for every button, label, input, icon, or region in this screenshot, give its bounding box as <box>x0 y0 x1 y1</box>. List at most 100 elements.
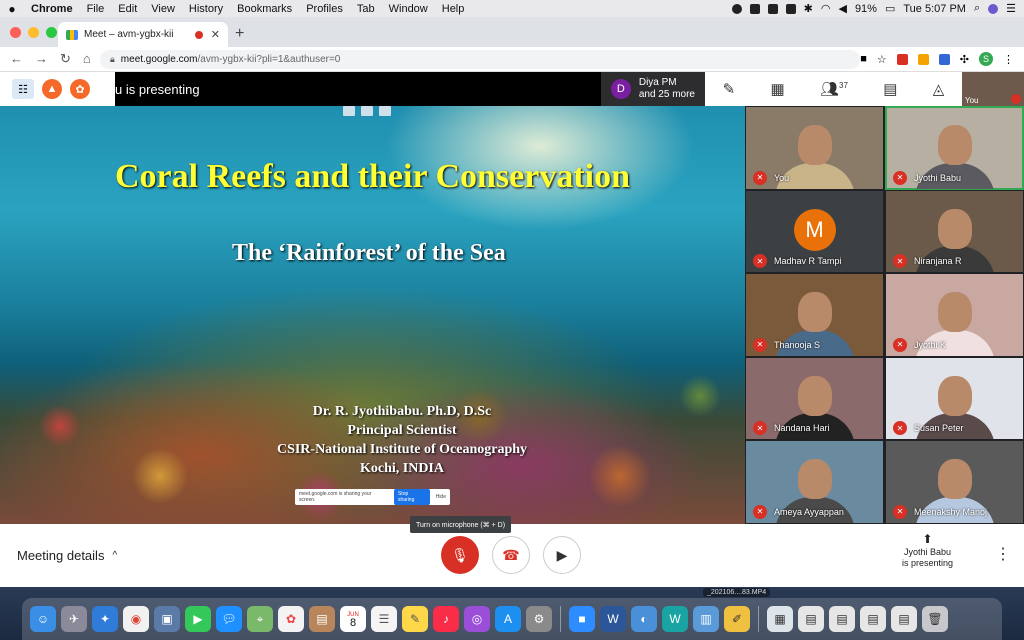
safari-alt-icon[interactable]: ◐ <box>631 606 657 632</box>
webex-icon[interactable]: W <box>662 606 688 632</box>
document-stack-2-icon[interactable]: ▤ <box>829 606 855 632</box>
menu-tab[interactable]: Tab <box>350 3 382 15</box>
self-preview-tile[interactable]: You <box>962 72 1024 106</box>
status-screen-icon[interactable] <box>749 3 760 14</box>
bookmark-star-icon[interactable]: ☆ <box>877 53 887 66</box>
lock-icon[interactable]: 🔒︎ <box>110 54 115 65</box>
facetime-icon[interactable]: ▶ <box>185 606 211 632</box>
status-a-icon[interactable] <box>785 3 796 14</box>
close-tab-icon[interactable]: ✕ <box>211 28 220 41</box>
battery-percent[interactable]: 91% <box>855 3 877 15</box>
control-center-icon[interactable]: ☰ <box>1006 2 1016 15</box>
browser-tab[interactable]: Meet – avm-ygbx-kii ✕ <box>58 22 228 47</box>
activities-icon[interactable]: ◬ <box>933 80 945 98</box>
safari-icon[interactable]: ✦ <box>92 606 118 632</box>
participant-tile[interactable]: ✕ Meenakshy Manoj <box>885 440 1024 524</box>
reactions-extension-icon[interactable]: ✿ <box>70 79 90 99</box>
slide-tool-icon-2[interactable] <box>361 106 373 116</box>
status-record-icon[interactable] <box>767 3 778 14</box>
participant-tile[interactable]: ✕ Thanooja S <box>745 273 884 357</box>
participants-summary[interactable]: D Diya PM and 25 more <box>600 72 705 106</box>
menu-help[interactable]: Help <box>435 3 472 15</box>
maps-icon[interactable]: ⌖ <box>247 606 273 632</box>
spotlight-icon[interactable]: ⌕ <box>974 2 980 15</box>
system-preferences-icon[interactable]: ⚙ <box>526 606 552 632</box>
menu-profiles[interactable]: Profiles <box>299 3 350 15</box>
chat-icon[interactable]: ▤ <box>883 80 897 98</box>
chrome-icon[interactable]: ◉ <box>123 606 149 632</box>
participant-tile[interactable]: ✕ Nandana Hari <box>745 356 884 441</box>
menu-file[interactable]: File <box>80 3 112 15</box>
bluetooth-icon[interactable]: ✱ <box>804 2 813 15</box>
extensions-puzzle-icon[interactable]: ✣ <box>960 53 969 66</box>
zoom-icon[interactable]: ■ <box>569 606 595 632</box>
menu-history[interactable]: History <box>182 3 230 15</box>
participant-tile[interactable]: ✕ You <box>745 106 884 190</box>
downloads-stack-icon[interactable]: ▦ <box>767 606 793 632</box>
minimize-window-icon[interactable] <box>28 27 39 38</box>
new-tab-icon[interactable]: + <box>235 25 244 43</box>
menu-view[interactable]: View <box>144 3 182 15</box>
app-store-icon[interactable]: A <box>495 606 521 632</box>
pages-icon[interactable]: ✐ <box>724 606 750 632</box>
stop-sharing-button[interactable]: Stop sharing <box>393 489 430 505</box>
menu-edit[interactable]: Edit <box>111 3 144 15</box>
clock[interactable]: Tue 5:07 PM <box>903 3 966 15</box>
home-icon[interactable]: ⌂ <box>83 51 91 67</box>
music-icon[interactable]: ♪ <box>433 606 459 632</box>
messages-icon[interactable]: 💬︎ <box>216 606 242 632</box>
launchpad-icon[interactable]: ✈ <box>61 606 87 632</box>
profile-avatar[interactable]: S <box>979 52 993 66</box>
status-app-icon[interactable] <box>731 3 742 14</box>
participant-tile[interactable]: ✕ Niranjana R <box>885 189 1024 274</box>
more-options-icon[interactable]: ⋮ <box>995 544 1011 564</box>
menu-window[interactable]: Window <box>382 3 435 15</box>
podcasts-icon[interactable]: ◎ <box>464 606 490 632</box>
extension-red-icon[interactable] <box>896 53 908 65</box>
battery-icon[interactable]: ▭ <box>885 2 895 15</box>
menu-app-name[interactable]: Chrome <box>24 3 80 15</box>
attendance-extension-icon[interactable]: ☷ <box>12 79 34 99</box>
people-icon[interactable]: 👥︎37 <box>820 80 848 98</box>
preview-icon[interactable]: ▣ <box>154 606 180 632</box>
word-icon[interactable]: W <box>600 606 626 632</box>
grid-view-extension-icon[interactable]: ▲ <box>42 79 62 99</box>
address-bar[interactable]: 🔒︎ meet.google.com/avm-ygbx-kii?pli=1&au… <box>100 49 860 69</box>
participant-tile[interactable]: ✕ Jyothi K <box>885 273 1024 357</box>
participant-tile[interactable]: ✕ Ameya Ayyappan <box>745 440 884 524</box>
presenting-status-button[interactable]: ⬆ Jyothi Babu is presenting <box>895 533 960 569</box>
microphone-toggle-button[interactable]: 🎙︎ <box>441 536 479 574</box>
siri-icon[interactable] <box>988 3 999 14</box>
meeting-details-button[interactable]: Meeting details ^ <box>17 548 117 563</box>
calendar-icon[interactable]: JUN 8 <box>340 606 366 632</box>
participant-tile[interactable]: ✕ Susan Peter <box>885 356 1024 441</box>
finder-icon[interactable]: ☺ <box>30 606 56 632</box>
hide-button[interactable]: Hide <box>436 494 446 500</box>
pen-icon[interactable]: ✎ <box>723 80 736 98</box>
participant-tile[interactable]: ✕ Jyothi Babu <box>885 106 1024 190</box>
layout-grid-icon[interactable]: ▦ <box>771 80 785 98</box>
contacts-icon[interactable]: ▤ <box>309 606 335 632</box>
notes-icon[interactable]: ✎ <box>402 606 428 632</box>
reload-icon[interactable]: ↻ <box>60 51 71 67</box>
wifi-icon[interactable]: ◠ <box>821 2 831 15</box>
extension-blue-icon[interactable] <box>938 53 950 65</box>
slide-tool-icon-3[interactable] <box>379 106 391 116</box>
participant-tile[interactable]: M ✕ Madhav R Tampi <box>745 189 884 274</box>
menu-bookmarks[interactable]: Bookmarks <box>230 3 299 15</box>
forward-icon[interactable]: → <box>35 51 48 67</box>
reminders-icon[interactable]: ☰ <box>371 606 397 632</box>
close-window-icon[interactable] <box>10 27 21 38</box>
browser-menu-icon[interactable]: ⋮ <box>1003 53 1014 66</box>
camera-toggle-button[interactable]: ▶ <box>543 536 581 574</box>
keynote-icon[interactable]: ▥ <box>693 606 719 632</box>
camera-indicator-icon[interactable]: ■ <box>860 53 867 65</box>
document-stack-4-icon[interactable]: ▤ <box>891 606 917 632</box>
photos-icon[interactable]: ✿ <box>278 606 304 632</box>
extension-grid-icon[interactable] <box>917 53 929 65</box>
document-stack-3-icon[interactable]: ▤ <box>860 606 886 632</box>
slide-tool-icon-1[interactable] <box>343 106 355 116</box>
leave-call-button[interactable]: ☎︎ <box>492 536 530 574</box>
document-stack-icon[interactable]: ▤ <box>798 606 824 632</box>
volume-icon[interactable]: ◀ <box>838 2 846 15</box>
